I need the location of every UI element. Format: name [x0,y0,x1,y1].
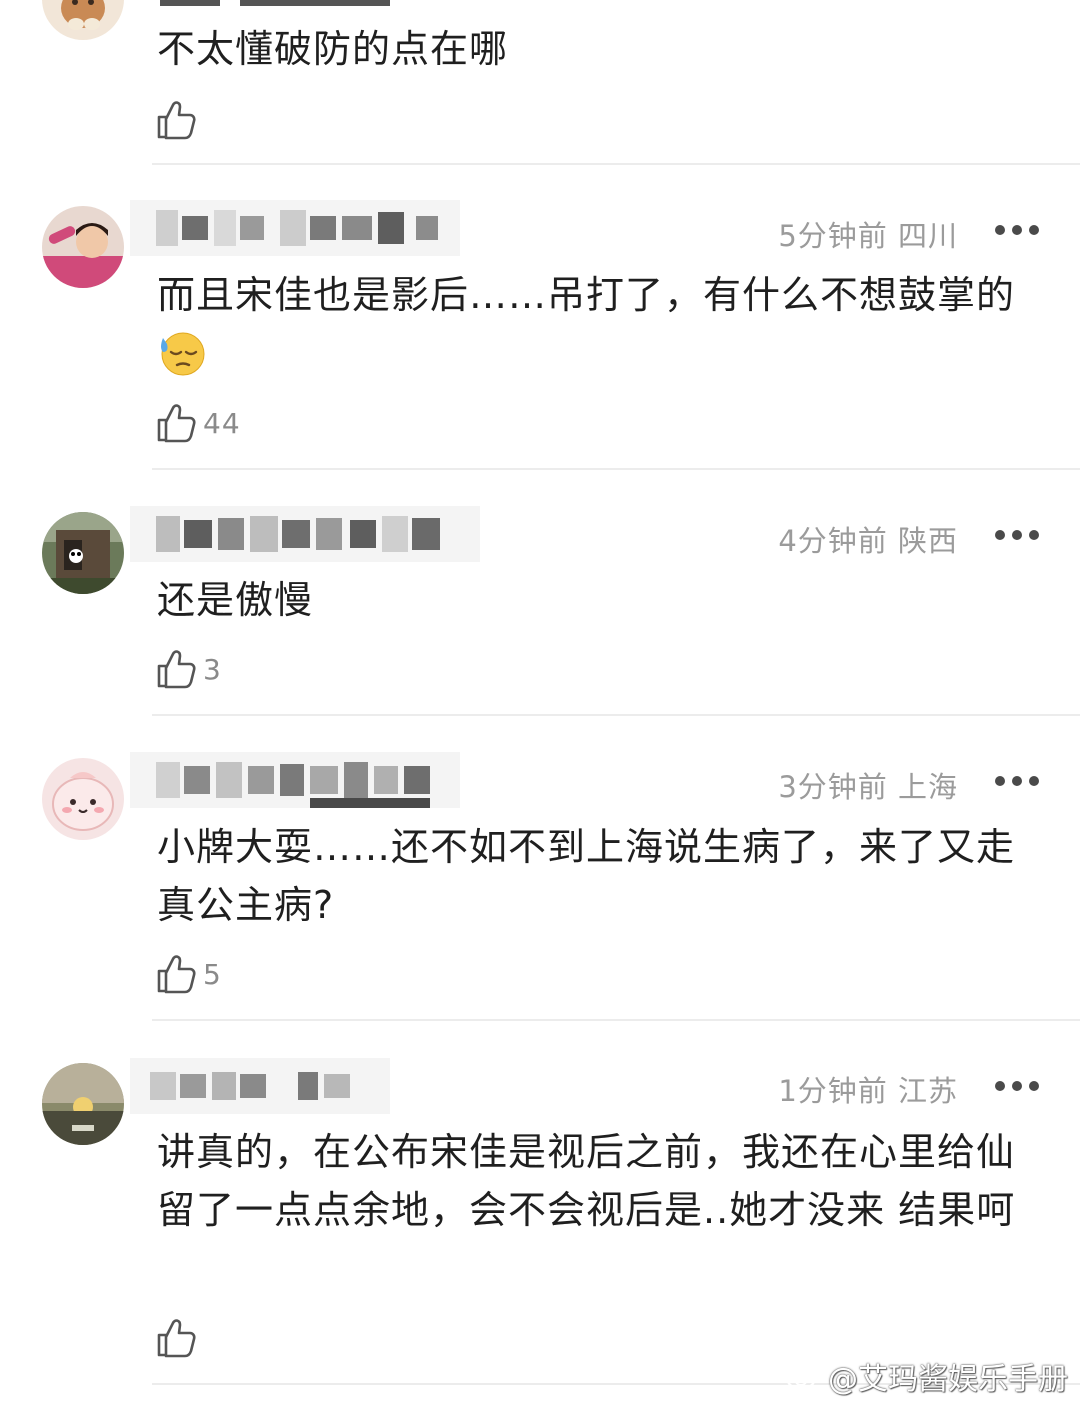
thumbs-up-icon [157,955,196,994]
like-button[interactable] [155,98,203,142]
username-blurred[interactable] [130,502,480,566]
avatar[interactable] [42,0,124,40]
like-button[interactable]: 5 [155,952,222,996]
comment-text: 小牌大耍……还不如不到上海说生病了，来了又走真公主病? [157,825,1016,927]
comment-time: 3分钟前 [778,770,888,804]
avatar[interactable] [42,758,124,840]
like-button[interactable]: 3 [155,647,222,691]
divider [152,163,1080,165]
username-blurred[interactable] [130,1054,390,1118]
comment-time: 5分钟前 [778,219,888,253]
more-options-icon[interactable] [994,1080,1040,1092]
more-options-icon[interactable] [994,529,1040,541]
comment-text: 讲真的，在公布宋佳是视后之前，我还在心里给仙留了一点点余地，会不会视后是..她才… [157,1130,1016,1232]
comment-meta: 3分钟前 上海 [778,764,958,806]
comment-meta: 4分钟前 陕西 [778,518,958,560]
weibo-logo-icon [786,1364,821,1391]
like-count: 44 [203,406,241,440]
comment-location: 上海 [897,770,958,804]
thumbs-up-icon [157,650,196,689]
thumbs-up-icon [157,101,196,140]
thumbs-up-icon [157,1319,196,1358]
comment-location: 四川 [897,219,958,253]
thumbs-up-icon [157,404,196,443]
comment-text: 而且宋佳也是影后……吊打了，有什么不想鼓掌的 [157,266,1027,382]
avatar[interactable] [42,206,124,288]
comment-time: 4分钟前 [778,524,888,558]
divider [152,468,1080,470]
downcast-sweat-emoji [161,332,205,376]
like-button[interactable] [155,1316,203,1360]
avatar[interactable] [42,512,124,594]
comment-location: 江苏 [897,1074,958,1108]
like-count: 3 [203,652,222,686]
like-count: 5 [203,957,222,991]
username-blurred[interactable] [130,196,460,260]
watermark: @艾玛酱娱乐手册 [786,1354,1068,1398]
divider [152,714,1080,716]
comment-text: 还是傲慢 [157,578,314,622]
comment-time: 1分钟前 [778,1074,888,1108]
more-options-icon[interactable] [994,224,1040,236]
avatar[interactable] [42,1063,124,1145]
comment-location: 陕西 [897,524,958,558]
username-blurred[interactable] [130,748,460,812]
watermark-text: @艾玛酱娱乐手册 [828,1362,1068,1397]
divider [152,1019,1080,1021]
comment-meta: 5分钟前 四川 [778,213,958,255]
more-options-icon[interactable] [994,775,1040,787]
comment-text-content: 而且宋佳也是影后……吊打了，有什么不想鼓掌的 [157,273,1016,317]
like-button[interactable]: 44 [155,401,241,445]
comment-meta: 1分钟前 江苏 [778,1068,958,1110]
comment-text: 不太懂破防的点在哪 [157,27,509,71]
